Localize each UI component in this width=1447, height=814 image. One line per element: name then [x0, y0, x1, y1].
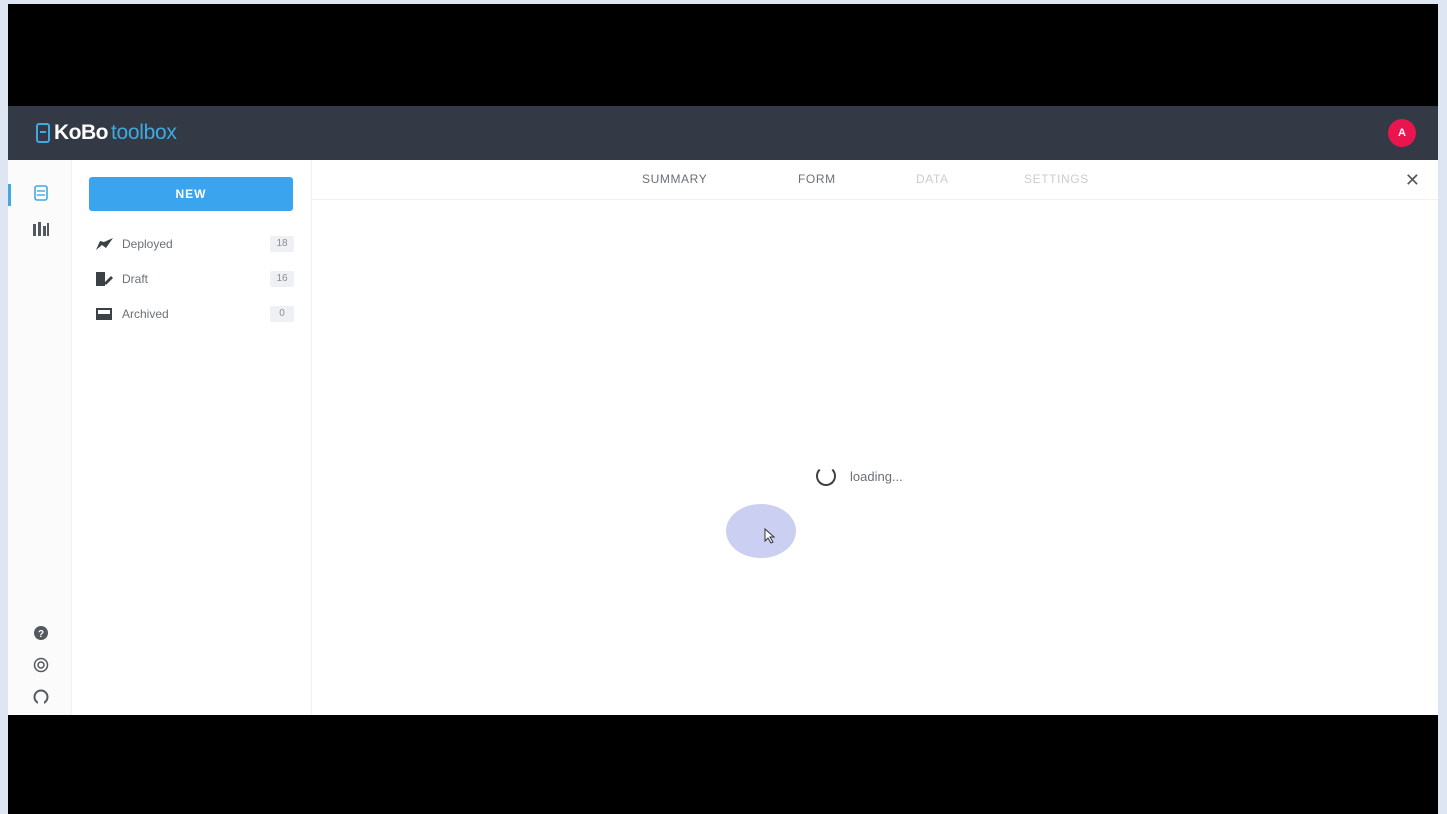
logo[interactable]: KoBo toolbox — [36, 121, 177, 145]
tab-data[interactable]: DATA — [916, 172, 949, 186]
svg-text:?: ? — [38, 629, 44, 640]
support-icon[interactable] — [32, 656, 50, 674]
sidebar-item-label: Draft — [122, 272, 149, 286]
new-project-button[interactable]: NEW — [89, 177, 293, 211]
projects-icon[interactable] — [32, 184, 50, 202]
sidebar-item-draft[interactable]: Draft 16 — [94, 267, 294, 291]
sidebar-item-label: Archived — [122, 307, 169, 321]
loading-indicator: loading... — [816, 466, 903, 486]
rocket-icon — [94, 236, 114, 252]
app-window: KoBo toolbox A ? NEW Deployed 18 Draft 1… — [8, 106, 1438, 715]
help-icon[interactable]: ? — [32, 624, 50, 642]
main-content: SUMMARY FORM DATA SETTINGS ✕ loading... — [312, 160, 1438, 715]
library-icon[interactable] — [32, 220, 50, 238]
sidebar-item-archived[interactable]: Archived 0 — [94, 302, 294, 326]
cursor-highlight — [726, 504, 796, 558]
logo-toolbox-text: toolbox — [111, 121, 177, 144]
archive-icon — [94, 306, 114, 322]
icon-sidebar: ? — [8, 160, 72, 715]
logo-kobo-text: KoBo — [54, 121, 109, 144]
kobo-logo-icon — [36, 123, 50, 143]
sidebar-item-count: 16 — [270, 271, 294, 287]
mouse-cursor-icon — [764, 527, 776, 547]
sidebar-item-deployed[interactable]: Deployed 18 — [94, 232, 294, 256]
active-indicator — [8, 184, 11, 206]
spinner-icon — [816, 466, 836, 486]
tab-settings[interactable]: SETTINGS — [1024, 172, 1089, 186]
project-sidebar: NEW Deployed 18 Draft 16 Archived 0 — [72, 160, 312, 715]
tab-form[interactable]: FORM — [798, 172, 836, 186]
close-icon[interactable]: ✕ — [1405, 170, 1420, 191]
top-bar: KoBo toolbox A — [8, 106, 1438, 160]
sidebar-item-count: 18 — [270, 236, 294, 252]
tab-summary[interactable]: SUMMARY — [642, 172, 707, 186]
project-tabs: SUMMARY FORM DATA SETTINGS ✕ — [312, 160, 1438, 200]
sidebar-item-label: Deployed — [122, 237, 173, 251]
github-icon[interactable] — [32, 688, 50, 706]
user-avatar[interactable]: A — [1388, 119, 1416, 147]
loading-text: loading... — [850, 468, 903, 484]
sidebar-item-count: 0 — [270, 306, 294, 322]
draft-icon — [94, 271, 114, 287]
